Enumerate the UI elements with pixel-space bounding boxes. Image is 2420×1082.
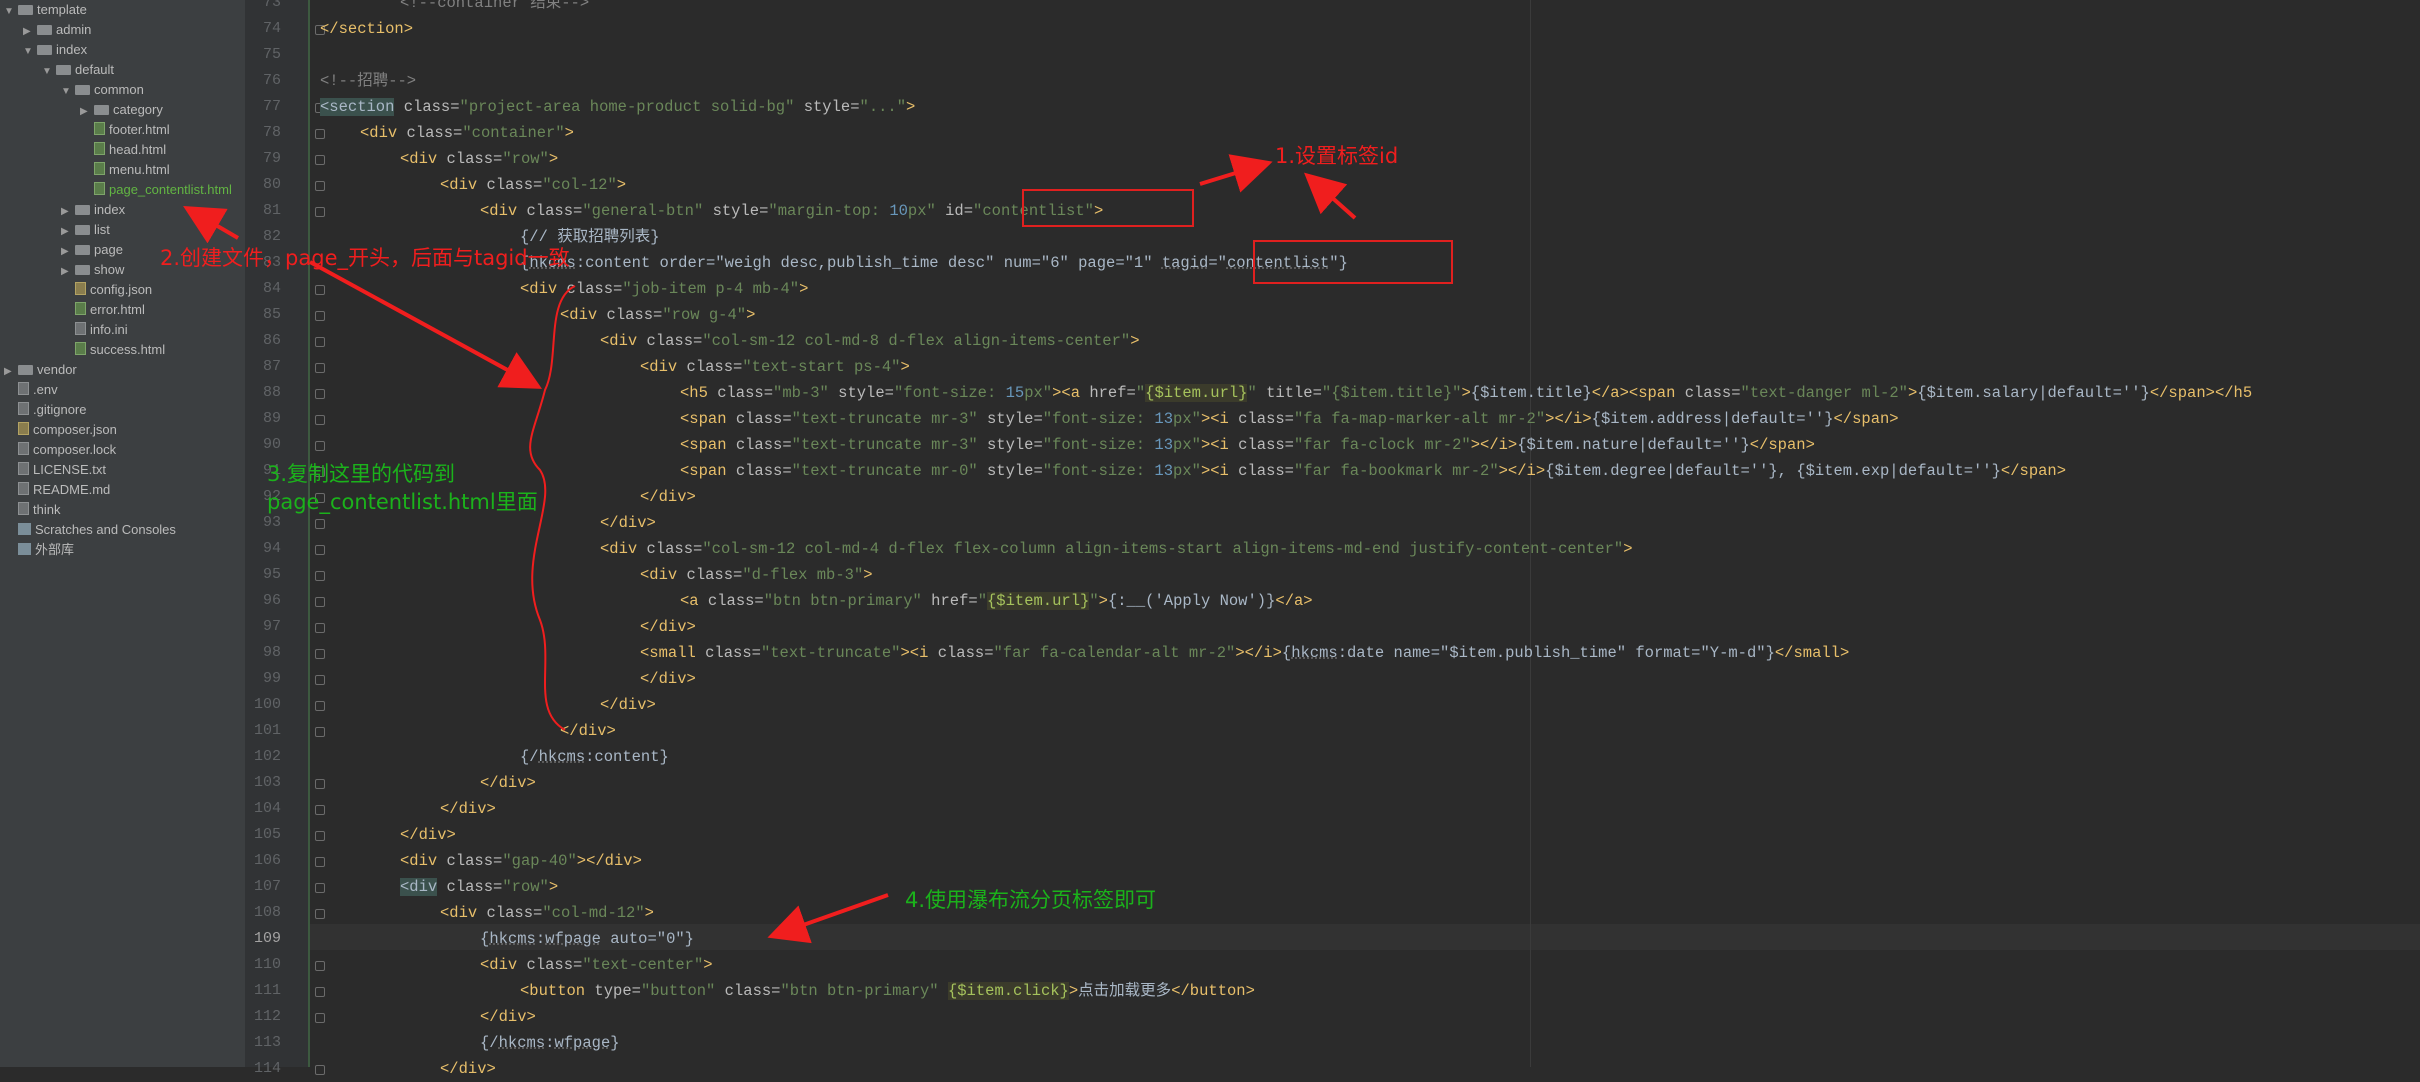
annotation-waterfall-pagination: 4.使用瀑布流分页标签即可 xyxy=(905,888,1157,912)
arrow-to-code xyxy=(309,260,543,389)
annotation-create-file: 2.创建文件，page_开头，后面与tagid一致 xyxy=(160,246,570,270)
arrow-to-tagid xyxy=(1304,172,1357,220)
annotation-copy-code-2: page_contentlist.html里面 xyxy=(267,490,538,514)
annotation-arrows xyxy=(183,154,1357,944)
annotation-copy-code-1: 3.复制这里的代码到 xyxy=(267,462,456,486)
annotation-set-tag-id: 1.设置标签id xyxy=(1275,144,1399,168)
arrow-to-file xyxy=(183,205,240,244)
arrow-to-wfpage xyxy=(767,893,889,944)
arrow-to-id xyxy=(1199,154,1273,193)
